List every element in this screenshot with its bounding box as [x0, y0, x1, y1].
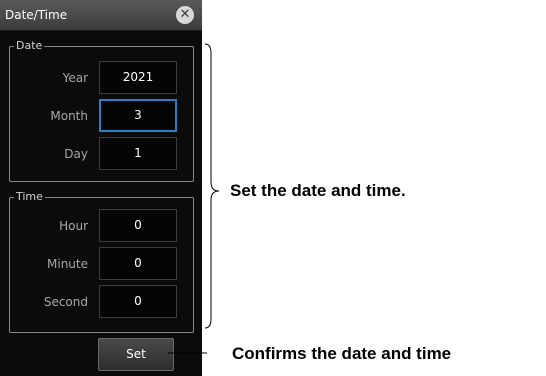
annotation-confirm: Confirms the date and time [232, 344, 452, 363]
brace [204, 43, 220, 329]
annotation-set-date-time: Set the date and time. [230, 181, 406, 200]
